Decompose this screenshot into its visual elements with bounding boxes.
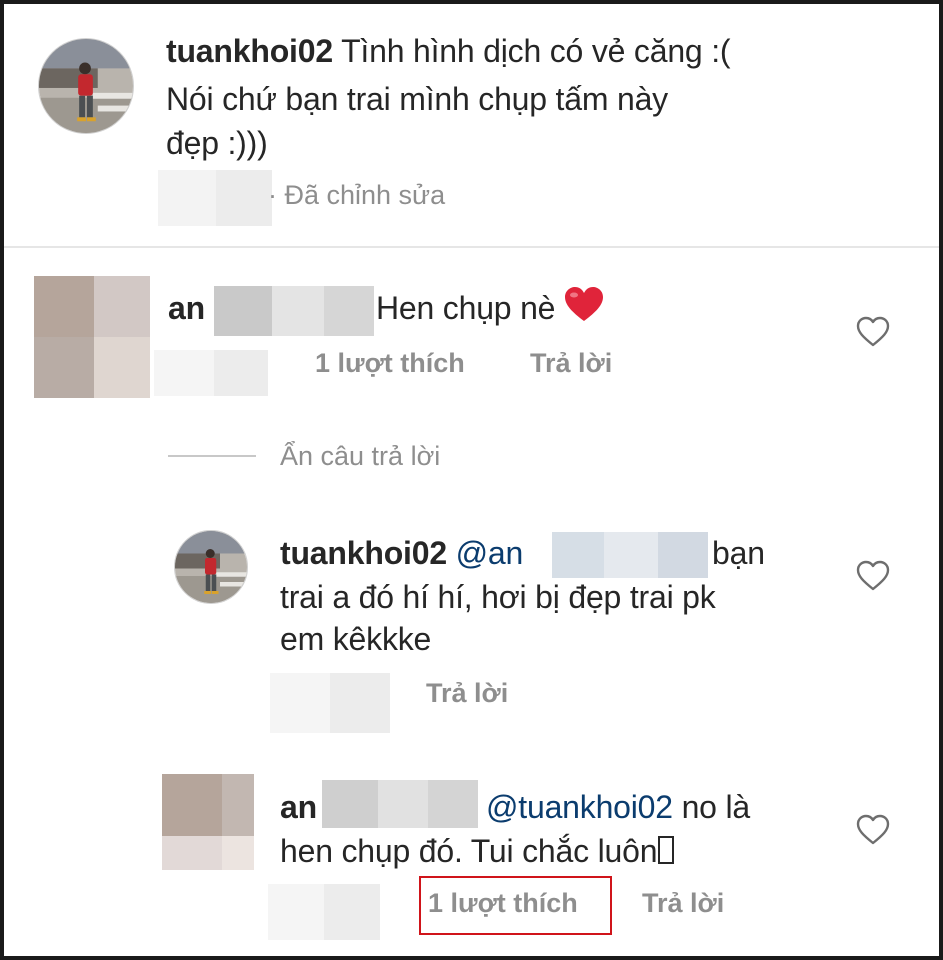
blurred-timestamp — [270, 673, 390, 733]
reply-2-line-1: an — [280, 786, 317, 828]
reply-2-avatar-pixelated[interactable] — [162, 774, 254, 870]
reply-1-line-1-end: bạn — [712, 535, 765, 571]
blurred-username — [214, 286, 374, 336]
blurred-timestamp — [268, 884, 380, 940]
reply-2-line-1-rest: @tuankhoi02 no là — [486, 786, 750, 828]
post-author-avatar[interactable] — [38, 38, 134, 134]
comment-1-username[interactable]: an — [168, 290, 205, 326]
reply-2-line-2: hen chụp đó. Tui chắc luôn — [280, 830, 675, 872]
reply-2-mention[interactable]: @tuankhoi02 — [486, 789, 673, 825]
reply-1-mention[interactable]: @an — [456, 535, 524, 571]
avatar-photo — [39, 39, 133, 133]
heart-outline-icon[interactable] — [856, 560, 890, 592]
comment-1-text-line: Hen chụp nè — [376, 287, 604, 329]
reply-2-username[interactable]: an — [280, 789, 317, 825]
reply-2-line-1-end: no là — [681, 789, 751, 825]
comment-avatar-pixelated[interactable] — [34, 276, 150, 398]
reply-1-reply-button[interactable]: Trả lời — [426, 678, 508, 709]
post-caption-line-1: tuankhoi02 Tình hình dịch có vẻ căng :( — [166, 30, 731, 72]
reply-1-line-3: em kêkkke — [280, 621, 432, 657]
missing-glyph-box — [658, 836, 675, 864]
red-heart-emoji — [564, 287, 603, 321]
comment-1-reply-button[interactable]: Trả lời — [530, 348, 612, 379]
reply-1-username[interactable]: tuankhoi02 — [280, 535, 447, 571]
blurred-timestamp — [154, 350, 268, 396]
reply-1-avatar[interactable] — [174, 530, 248, 604]
post-caption-line-3: đẹp :))) — [166, 125, 268, 161]
reply-2-text: hen chụp đó. Tui chắc luôn — [280, 833, 658, 869]
comment-1-likes[interactable]: 1 lượt thích — [315, 348, 465, 379]
blurred-timestamp — [158, 170, 272, 226]
heart-outline-icon[interactable] — [856, 316, 890, 348]
caption-text: Tình hình dịch có vẻ căng :( — [341, 33, 731, 69]
reply-1-line-2: trai a đó hí hí, hơi bị đẹp trai pk — [280, 579, 716, 615]
hide-replies-button[interactable]: Ẩn câu trả lời — [280, 441, 440, 472]
edited-label: · Đã chỉnh sửa — [268, 180, 446, 210]
reply-1-line-1: tuankhoi02 @an — [280, 532, 523, 574]
comment-1-text: Hen chụp nè — [376, 290, 556, 326]
blurred-username — [322, 780, 478, 828]
heart-outline-icon[interactable] — [856, 814, 890, 846]
post-divider — [4, 246, 939, 248]
reply-2-reply-button[interactable]: Trả lời — [642, 888, 724, 919]
hide-replies-line — [168, 455, 256, 457]
avatar-photo — [175, 531, 247, 603]
blurred-mention — [552, 532, 708, 578]
post-username[interactable]: tuankhoi02 — [166, 33, 333, 69]
reply-2-likes[interactable]: 1 lượt thích — [428, 888, 578, 919]
post-caption-line-2: Nói chứ bạn trai mình chụp tấm này — [166, 81, 668, 117]
comment-1-line: an — [168, 287, 205, 329]
